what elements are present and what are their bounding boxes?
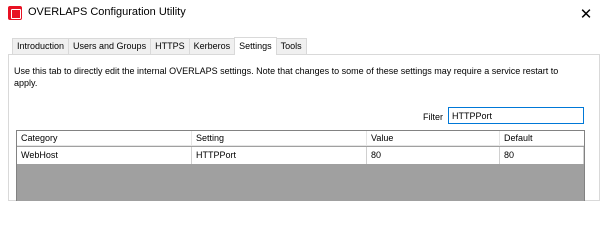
filter-input[interactable]	[448, 107, 584, 124]
app-icon	[8, 6, 22, 20]
tab-settings[interactable]: Settings	[234, 37, 277, 55]
filter-label: Filter	[423, 112, 443, 122]
settings-description: Use this tab to directly edit the intern…	[14, 66, 559, 88]
tab-introduction[interactable]: Introduction	[12, 38, 70, 54]
table-row[interactable]: WebHost HTTPPort 80 80	[17, 147, 584, 164]
cell-category[interactable]: WebHost	[17, 147, 192, 164]
title-bar: OVERLAPS Configuration Utility ✕	[0, 0, 602, 30]
window-title: OVERLAPS Configuration Utility	[28, 6, 186, 18]
close-icon: ✕	[579, 6, 593, 23]
close-button[interactable]: ✕	[572, 2, 600, 26]
column-header-default[interactable]: Default	[500, 131, 584, 145]
tab-strip: Introduction Users and Groups HTTPS Kerb…	[12, 37, 307, 55]
grid-header: Category Setting Value Default	[17, 131, 584, 146]
grid-empty-area	[17, 164, 584, 201]
cell-default[interactable]: 80	[500, 147, 584, 164]
tab-tools[interactable]: Tools	[275, 38, 307, 54]
tab-users-and-groups[interactable]: Users and Groups	[68, 38, 152, 54]
column-header-setting[interactable]: Setting	[192, 131, 367, 145]
settings-grid: Category Setting Value Default WebHost H…	[16, 130, 585, 201]
cell-value[interactable]: 80	[367, 147, 500, 164]
column-header-category[interactable]: Category	[17, 131, 192, 145]
column-header-value[interactable]: Value	[367, 131, 500, 145]
cell-setting[interactable]: HTTPPort	[192, 147, 367, 164]
tab-https[interactable]: HTTPS	[150, 38, 190, 54]
tab-kerberos[interactable]: Kerberos	[188, 38, 236, 54]
